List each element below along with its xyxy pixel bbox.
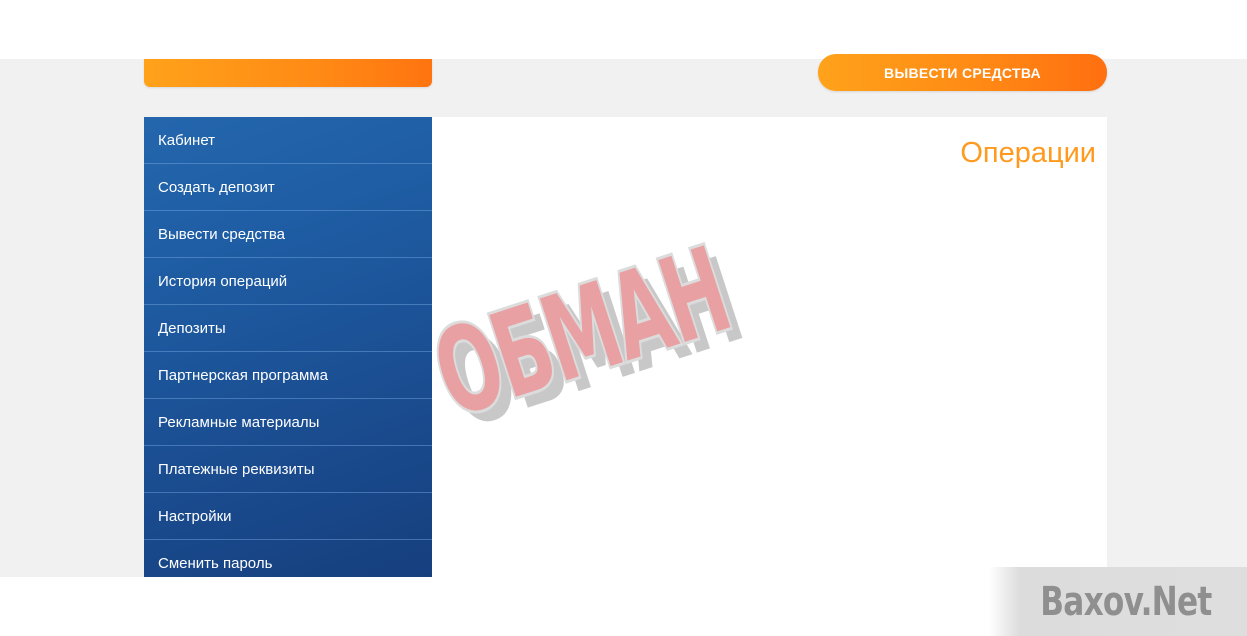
sidebar-item-deposits[interactable]: Депозиты — [144, 305, 432, 352]
sidebar-item-settings[interactable]: Настройки — [144, 493, 432, 540]
sidebar-item-change-password[interactable]: Сменить пароль — [144, 540, 432, 577]
sidebar-item-withdraw-funds[interactable]: Вывести средства — [144, 211, 432, 258]
site-watermark: Baxov.Net — [989, 567, 1247, 636]
sidebar-item-cabinet[interactable]: Кабинет — [144, 117, 432, 164]
sidebar-item-operations-history[interactable]: История операций — [144, 258, 432, 305]
page-title: Операции — [960, 137, 1096, 169]
top-orange-bar — [144, 59, 432, 87]
withdraw-funds-button[interactable]: ВЫВЕСТИ СРЕДСТВА — [818, 54, 1107, 91]
main-content-panel: Операции — [432, 117, 1107, 577]
watermark-text: Baxov.Net — [1039, 578, 1212, 625]
sidebar-item-payment-details[interactable]: Платежные реквизиты — [144, 446, 432, 493]
sidebar-item-promo-materials[interactable]: Рекламные материалы — [144, 399, 432, 446]
sidebar-item-partner-program[interactable]: Партнерская программа — [144, 352, 432, 399]
sidebar-menu: Кабинет Создать депозит Вывести средства… — [144, 117, 432, 577]
sidebar-item-create-deposit[interactable]: Создать депозит — [144, 164, 432, 211]
